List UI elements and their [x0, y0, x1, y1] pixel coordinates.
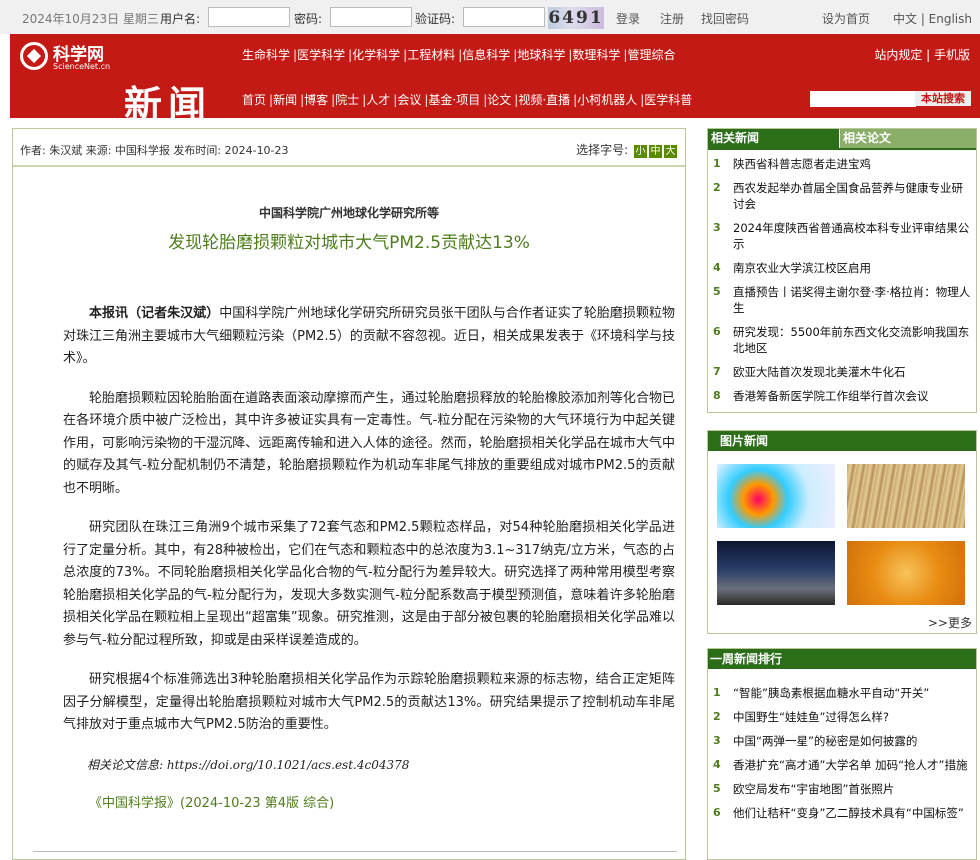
list-item[interactable]: 2 中国野生“娃娃鱼”过得怎么样? — [713, 709, 971, 725]
list-item[interactable]: 4 香港扩充“高才通”大学名单 加码“抢人才”措施 — [713, 757, 971, 773]
paragraph: 研究团队在珠江三角洲9个城市采集了72套气态和PM2.5颗粒态样品，对54种轮胎… — [63, 520, 675, 648]
set-homepage-link[interactable]: 设为首页 — [822, 10, 870, 27]
nav-meetings[interactable]: 会议 — [397, 93, 421, 107]
picture-news-box: 图片新闻 >>更多 — [707, 430, 977, 634]
related-news-list: 1 陕西省科普志愿者走进宝鸡 2 西农发起举办首届全国食品营养与健康专业研讨会 32… — [713, 156, 971, 412]
list-item[interactable]: 6 研究发现：5500年前东西文化交流影响我国东北地区 — [713, 324, 971, 356]
list-item[interactable]: 3 2024年度陕西省普通高校本科专业评审结果公示 — [713, 220, 971, 252]
main-nav: 首页 |新闻 |博客 |院士 |人才 |会议 |基金·项目 |论文 |视频·直播 |小柯机器人 |医… — [242, 93, 693, 107]
section-title: 新闻 — [124, 82, 213, 127]
captcha-label: 验证码: — [415, 12, 456, 26]
font-size-label: 选择字号: — [576, 143, 629, 157]
paragraph: 本报讯（记者朱汉斌）中国科学院广州地球化学研究所研究员张干团队与合作者证实了轮胎… — [63, 306, 675, 366]
nav-blog[interactable]: 博客 — [304, 93, 328, 107]
paragraph: 轮胎磨损颗粒因轮胎胎面在道路表面滚动摩擦而产生，通过轮胎磨损释放的轮胎橡胶添加剂… — [63, 390, 675, 496]
nav-math-physics[interactable]: 数理科学 — [572, 48, 620, 62]
source-link[interactable]: 《中国科学报》 — [89, 796, 180, 811]
login-link[interactable]: 登录 — [616, 10, 640, 27]
username-label: 用户名: — [160, 12, 201, 26]
tab-underline — [708, 148, 976, 150]
subject-nav: 生命科学 |医学科学 |化学科学 |工程材料 |信息科学 |地球科学 |数理科学 |管理综合 — [242, 48, 676, 62]
list-item[interactable]: 5 直播预告丨诺奖得主谢尔登·李·格拉肖：物理人生 — [713, 284, 971, 316]
divider — [33, 851, 677, 852]
nav-medical[interactable]: 医学科学 — [297, 48, 345, 62]
top-bar: 2024年10月23日 星期三 用户名: 密码: 验证码: 6491 登录 注册… — [0, 0, 980, 34]
current-date: 2024年10月23日 星期三 — [22, 12, 159, 26]
font-size-medium[interactable]: 中 — [649, 145, 662, 158]
list-item[interactable]: 8 香港筹备新医学院工作组举行首次会议 — [713, 388, 971, 404]
paper-citation[interactable]: 相关论文信息: https://doi.org/10.1021/acs.est.… — [63, 754, 675, 777]
weekly-ranking-title: 一周新闻排行 — [708, 649, 976, 669]
nav-science-pop[interactable]: 医学科普 — [644, 93, 692, 107]
nav-funding[interactable]: 基金·项目 — [428, 93, 480, 107]
paragraph: 研究根据4个标准筛选出3种轮胎磨损相关化学品作为示踪轮胎磨损颗粒来源的标志物，结… — [63, 672, 675, 732]
lead-byline: 本报讯（记者朱汉斌） — [89, 306, 220, 321]
nav-talent[interactable]: 人才 — [366, 93, 390, 107]
header-right-links[interactable]: 站内规定 | 手机版 — [874, 46, 970, 63]
captcha-input[interactable] — [463, 7, 545, 27]
nav-information[interactable]: 信息科学 — [462, 48, 510, 62]
logo-icon — [20, 42, 48, 70]
nav-life[interactable]: 生命科学 — [242, 48, 290, 62]
nav-engineering[interactable]: 工程材料 — [407, 48, 455, 62]
divider — [13, 165, 685, 167]
weekly-ranking-box: 一周新闻排行 1 “智能”胰岛素根据血糖水平自动“开关” 2 中国野生“娃娃鱼”过得… — [707, 648, 977, 860]
nav-academicians[interactable]: 院士 — [335, 93, 359, 107]
logo-en: ScienceNet.cn — [53, 62, 111, 71]
article-panel: 作者: 朱汉斌 来源: 中国科学报 发布时间: 2024-10-23 选择字号:… — [12, 128, 686, 860]
article-meta: 作者: 朱汉斌 来源: 中国科学报 发布时间: 2024-10-23 — [20, 144, 289, 157]
article-body: 本报讯（记者朱汉斌）中国科学院广州地球化学研究所研究员张干团队与合作者证实了轮胎… — [63, 303, 675, 833]
nav-video[interactable]: 视频·直播 — [518, 93, 570, 107]
font-size-small[interactable]: 小 — [634, 145, 647, 158]
list-item[interactable]: 4 南京农业大学滨江校区启用 — [713, 260, 971, 276]
tab-related-papers[interactable]: 相关论文 — [840, 129, 976, 148]
article-source: 《中国科学报》(2024-10-23 第4版 综合) — [89, 796, 335, 811]
nav-xiaoke-robot[interactable]: 小柯机器人 — [577, 93, 637, 107]
picture-news-title: 图片新闻 — [708, 431, 976, 451]
weekly-ranking-list: 1 “智能”胰岛素根据血糖水平自动“开关” 2 中国野生“娃娃鱼”过得怎么样? 3中… — [713, 685, 971, 829]
nav-home[interactable]: 首页 — [242, 93, 266, 107]
nav-papers[interactable]: 论文 — [487, 93, 511, 107]
language-switch[interactable]: 中文 | English — [893, 10, 972, 27]
list-item[interactable]: 7 欧亚大陆首次发现北美灌木牛化石 — [713, 364, 971, 380]
font-size-large[interactable]: 大 — [664, 145, 677, 158]
list-item[interactable]: 2 西农发起举办首届全国食品营养与健康专业研讨会 — [713, 180, 971, 212]
list-item[interactable]: 1 陕西省科普志愿者走进宝鸡 — [713, 156, 971, 172]
nav-chemistry[interactable]: 化学科学 — [352, 48, 400, 62]
font-size-selector: 选择字号: 小中大 — [576, 141, 677, 158]
picture-news-image[interactable] — [717, 541, 835, 605]
list-item[interactable]: 1 “智能”胰岛素根据血糖水平自动“开关” — [713, 685, 971, 701]
forgot-password-link[interactable]: 找回密码 — [701, 10, 749, 27]
picture-news-image[interactable] — [847, 464, 965, 528]
nav-management[interactable]: 管理综合 — [627, 48, 675, 62]
register-link[interactable]: 注册 — [660, 10, 684, 27]
password-label: 密码: — [294, 12, 323, 26]
nav-news[interactable]: 新闻 — [273, 93, 297, 107]
picture-news-image[interactable] — [847, 541, 965, 605]
nav-earth[interactable]: 地球科学 — [517, 48, 565, 62]
captcha-image[interactable]: 6491 — [548, 7, 604, 29]
article-title: 发现轮胎磨损颗粒对城市大气PM2.5贡献达13% — [168, 233, 530, 253]
sciencenet-logo[interactable]: 科学网 ScienceNet.cn — [20, 40, 120, 76]
site-search-input[interactable] — [810, 91, 916, 107]
more-pictures-link[interactable]: >>更多 — [928, 614, 972, 631]
picture-news-image[interactable] — [717, 464, 835, 528]
related-box: 相关新闻 相关论文 1 陕西省科普志愿者走进宝鸡 2 西农发起举办首届全国食品营养与… — [707, 128, 977, 413]
article-org: 中国科学院广州地球化学研究所等 — [258, 206, 439, 220]
site-header: 科学网 ScienceNet.cn 新闻 生命科学 |医学科学 |化学科学 |工程材料… — [10, 34, 980, 127]
username-input[interactable] — [208, 7, 290, 27]
list-item[interactable]: 5 欧空局发布“宇宙地图”首张照片 — [713, 781, 971, 797]
password-input[interactable] — [330, 7, 412, 27]
list-item[interactable]: 3 中国“两弹一星”的秘密是如何披露的 — [713, 733, 971, 749]
site-search-button[interactable]: 本站搜索 — [915, 91, 971, 106]
tab-related-news[interactable]: 相关新闻 — [708, 129, 839, 148]
list-item[interactable]: 6 他们让秸秆“变身”乙二醇技术具有“中国标签” — [713, 805, 971, 821]
